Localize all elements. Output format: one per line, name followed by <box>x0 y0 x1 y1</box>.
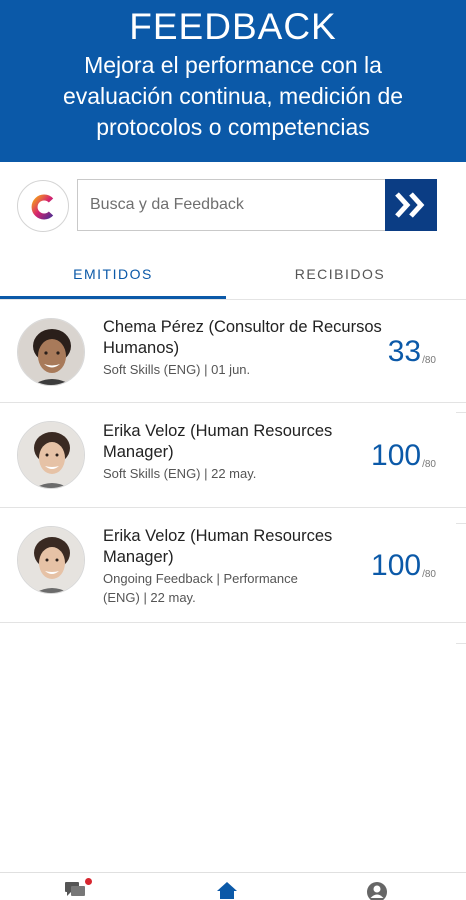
person-photo-icon <box>18 422 84 488</box>
person-photo-icon <box>18 527 84 593</box>
tab-bar: EMITIDOS RECIBIDOS <box>0 248 466 300</box>
score-value: 100 <box>371 439 422 472</box>
feedback-item[interactable]: Erika Veloz (Human Resources Manager) On… <box>0 508 466 623</box>
item-meta: Soft Skills (ENG) | 01 jun. <box>103 362 251 377</box>
score-max: /80 <box>422 459 436 470</box>
header-banner: FEEDBACK Mejora el performance con la ev… <box>0 0 466 162</box>
item-name: Chema Pérez (Consultor de Recursos Human… <box>103 318 382 357</box>
score: 100 /80 <box>371 551 436 581</box>
score: 33 /80 <box>388 337 436 367</box>
search-box <box>77 179 437 231</box>
score: 100 /80 <box>371 441 436 471</box>
double-chevron-right-icon <box>395 192 425 218</box>
item-name: Erika Veloz (Human Resources Manager) <box>103 422 333 461</box>
nav-profile-button[interactable] <box>366 881 388 900</box>
score-max: /80 <box>422 355 436 366</box>
profile-icon <box>367 882 387 900</box>
feedback-item[interactable]: Erika Veloz (Human Resources Manager) So… <box>0 403 466 508</box>
score-value: 33 <box>387 335 422 368</box>
page-subtitle: Mejora el performance con la evaluación … <box>62 52 404 140</box>
item-name: Erika Veloz (Human Resources Manager) <box>103 527 333 566</box>
score-max: /80 <box>422 569 436 580</box>
search-input[interactable] <box>78 180 386 230</box>
nav-home-button[interactable] <box>216 881 238 900</box>
notification-dot <box>85 878 92 885</box>
edge-divider <box>456 412 466 413</box>
edge-divider <box>456 523 466 524</box>
tab-recibidos[interactable]: RECIBIDOS <box>226 248 454 300</box>
nav-chat-button[interactable] <box>64 881 86 900</box>
home-icon <box>217 882 237 899</box>
tab-emitidos[interactable]: EMITIDOS <box>0 248 226 300</box>
person-photo-icon <box>18 319 84 385</box>
app-logo[interactable] <box>17 180 69 232</box>
score-value: 100 <box>371 549 422 582</box>
item-meta: Soft Skills (ENG) | 22 may. <box>103 466 257 481</box>
avatar <box>17 526 85 594</box>
avatar <box>17 421 85 489</box>
search-submit-button[interactable] <box>385 179 437 231</box>
active-tab-indicator <box>0 296 226 299</box>
feedback-item[interactable]: Chema Pérez (Consultor de Recursos Human… <box>0 300 466 403</box>
edge-divider <box>456 643 466 644</box>
bottom-nav <box>0 872 466 900</box>
page-title: FEEDBACK <box>129 6 337 47</box>
app-logo-icon <box>31 194 54 220</box>
avatar <box>17 318 85 386</box>
chat-icon <box>65 882 85 896</box>
search-row <box>0 162 466 248</box>
item-meta: Ongoing Feedback | Performance (ENG) | 2… <box>103 571 298 605</box>
